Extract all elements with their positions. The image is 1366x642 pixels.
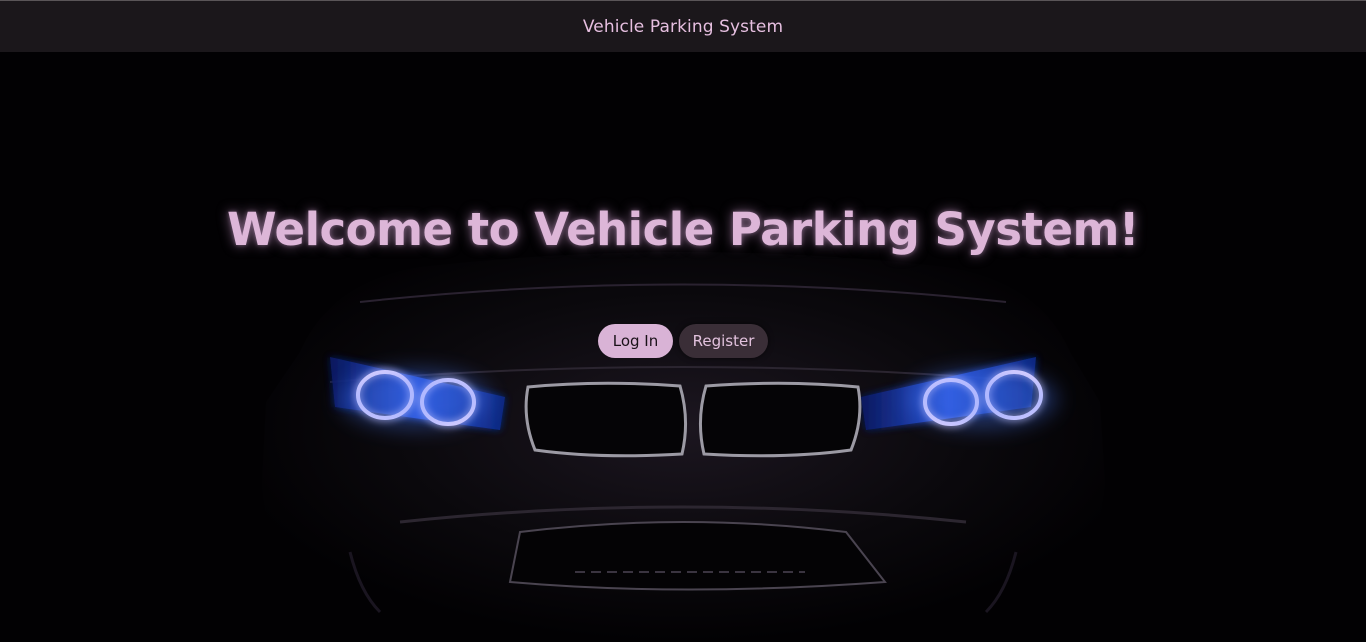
register-button[interactable]: Register [679, 324, 768, 358]
landing-page: Vehicle Parking System Welcome to Vehicl… [0, 0, 1366, 642]
top-navbar: Vehicle Parking System [0, 0, 1366, 52]
lower-intake [508, 521, 887, 591]
welcome-heading: Welcome to Vehicle Parking System! [227, 203, 1139, 256]
auth-button-group: Log In Register [0, 324, 1366, 358]
app-title: Vehicle Parking System [582, 16, 784, 37]
login-button[interactable]: Log In [598, 324, 673, 358]
